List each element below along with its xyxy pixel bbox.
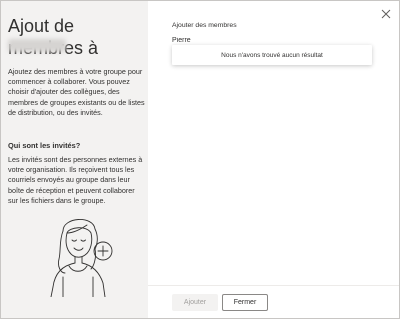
- add-members-dialog: Ajout de membres à Ajoutez des membres à…: [0, 0, 400, 319]
- intro-text: Ajoutez des membres à votre groupe pour …: [8, 67, 145, 117]
- info-pane: Ajout de membres à Ajoutez des membres à…: [1, 1, 148, 318]
- add-button[interactable]: Ajouter: [172, 294, 218, 311]
- guests-description: Les invités sont des personnes externes …: [8, 155, 143, 205]
- dialog-title: Ajout de membres à: [8, 16, 99, 58]
- person-add-illustration: [50, 219, 113, 297]
- member-search-input[interactable]: [172, 35, 372, 45]
- close-button[interactable]: Fermer: [222, 294, 268, 311]
- footer-divider: [148, 285, 399, 286]
- form-pane: Ajouter des membres Nous n'avons trouvé …: [148, 1, 399, 318]
- add-members-label: Ajouter des membres: [172, 22, 237, 29]
- group-name-blurred: [8, 39, 66, 52]
- guests-heading: Qui sont les invités?: [8, 141, 81, 150]
- search-results-dropdown: Nous n'avons trouvé aucun résultat: [172, 45, 372, 65]
- close-icon[interactable]: [380, 8, 392, 20]
- no-results-message: Nous n'avons trouvé aucun résultat: [221, 51, 323, 59]
